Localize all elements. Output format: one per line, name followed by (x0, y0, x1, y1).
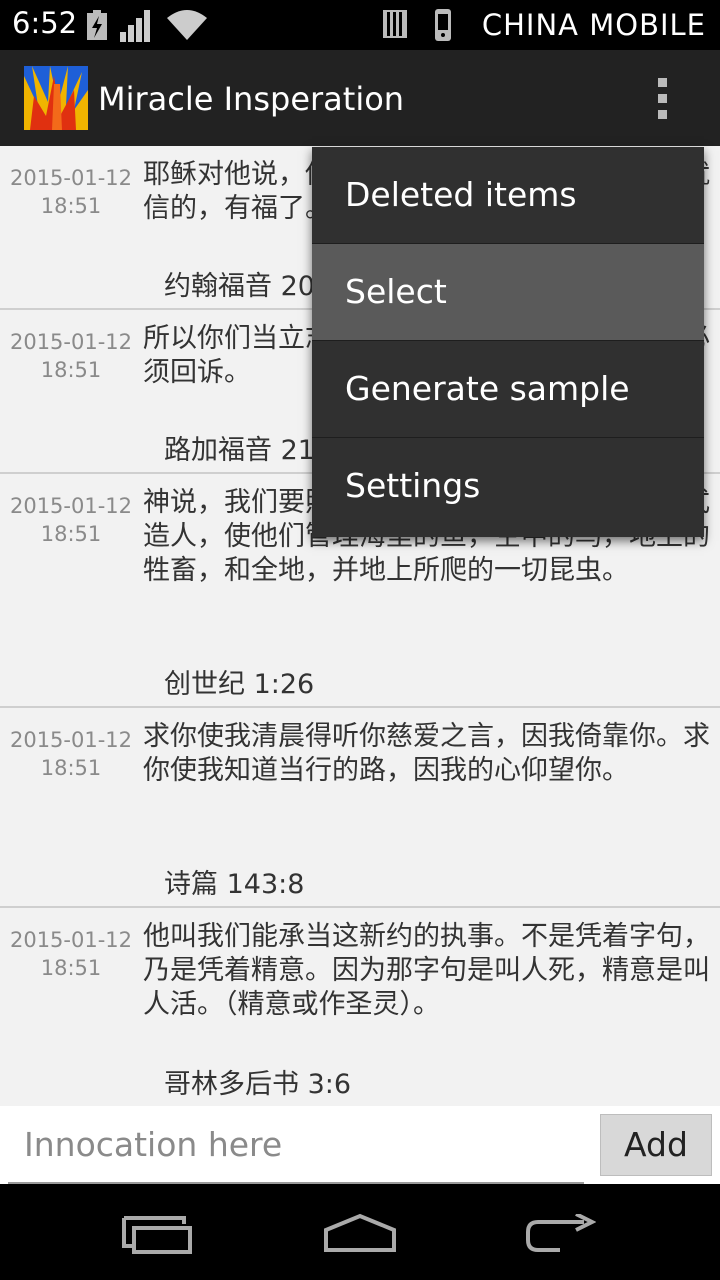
add-button[interactable]: Add (600, 1114, 712, 1176)
list-item[interactable]: 2015-01-12 18:51 求你使我清晨得听你慈爱之言，因我倚靠你。求你使我… (0, 708, 720, 908)
action-bar: Miracle Insperation (0, 50, 720, 146)
app-logo-icon[interactable] (24, 66, 88, 130)
entry-reference: 创世纪 1:26 (164, 669, 315, 700)
inspiration-input[interactable] (8, 1106, 584, 1184)
entry-date: 2015-01-12 18:51 (9, 494, 133, 546)
menu-item-select[interactable]: Select (312, 244, 704, 341)
entry-reference: 诗篇 143:8 (164, 869, 305, 900)
menu-item-settings[interactable]: Settings (312, 438, 704, 535)
menu-item-deleted-items[interactable]: Deleted items (312, 147, 704, 244)
entry-date: 2015-01-12 18:51 (9, 928, 133, 980)
entry-date: 2015-01-12 18:51 (9, 166, 133, 218)
status-time: 6:52 (12, 6, 78, 40)
entry-date: 2015-01-12 18:51 (9, 728, 133, 780)
list-item[interactable]: 2015-01-12 18:51 他叫我们能承当这新约的执事。不是凭着字句，乃是凭… (0, 908, 720, 1106)
carrier-name: CHINA MOBILE (481, 8, 706, 42)
status-bar: 6:52 CHINA MOBILE (0, 0, 720, 50)
navigation-bar (0, 1184, 720, 1280)
app-title: Miracle Insperation (98, 80, 405, 118)
back-icon[interactable] (524, 1214, 596, 1256)
battery-charging-icon (87, 10, 107, 40)
input-bar: Add (0, 1106, 720, 1184)
overflow-menu-icon[interactable] (650, 78, 676, 120)
entry-text: 求你使我清晨得听你慈爱之言，因我倚靠你。求你使我知道当行的路，因我的心仰望你。 (143, 721, 710, 786)
sim-card-icon (383, 10, 407, 38)
entry-text: 他叫我们能承当这新约的执事。不是凭着字句，乃是凭着精意。因为那字句是叫人死，精意… (143, 921, 710, 1020)
entry-date: 2015-01-12 18:51 (9, 330, 133, 382)
entry-reference: 路加福音 21 (164, 435, 315, 466)
signal-icon (120, 10, 150, 42)
menu-item-generate-sample[interactable]: Generate sample (312, 341, 704, 438)
overflow-menu: Deleted items Select Generate sample Set… (312, 147, 704, 537)
recent-apps-icon[interactable] (122, 1216, 194, 1256)
entry-reference: 哥林多后书 3:6 (164, 1069, 352, 1100)
wifi-icon (167, 10, 207, 40)
device-icon (435, 9, 451, 41)
home-icon[interactable] (322, 1212, 398, 1254)
